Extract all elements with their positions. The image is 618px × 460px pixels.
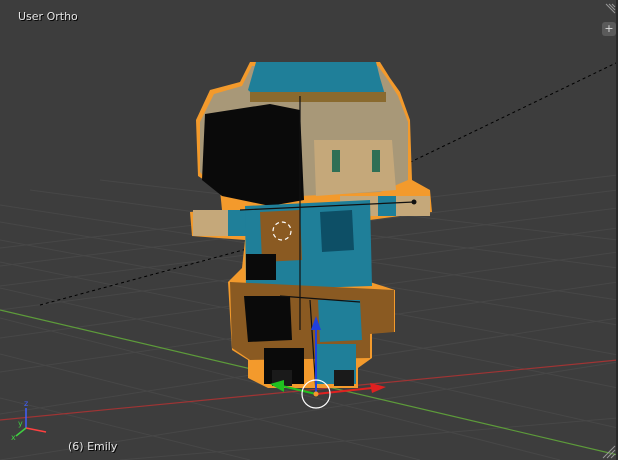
plus-icon[interactable]: + [602, 22, 616, 36]
floor-grid: z y x [0, 61, 618, 460]
3d-viewport[interactable]: z y x User Ortho (6) Emily + [0, 0, 618, 460]
svg-text:z: z [24, 399, 28, 408]
view-name-label: User Ortho [18, 10, 78, 23]
svg-text:x: x [11, 433, 16, 442]
active-object-label: (6) Emily [68, 440, 118, 453]
svg-text:y: y [18, 419, 23, 428]
corner-split-icon-bottom[interactable] [602, 444, 616, 459]
corner-split-icon[interactable] [602, 2, 616, 16]
